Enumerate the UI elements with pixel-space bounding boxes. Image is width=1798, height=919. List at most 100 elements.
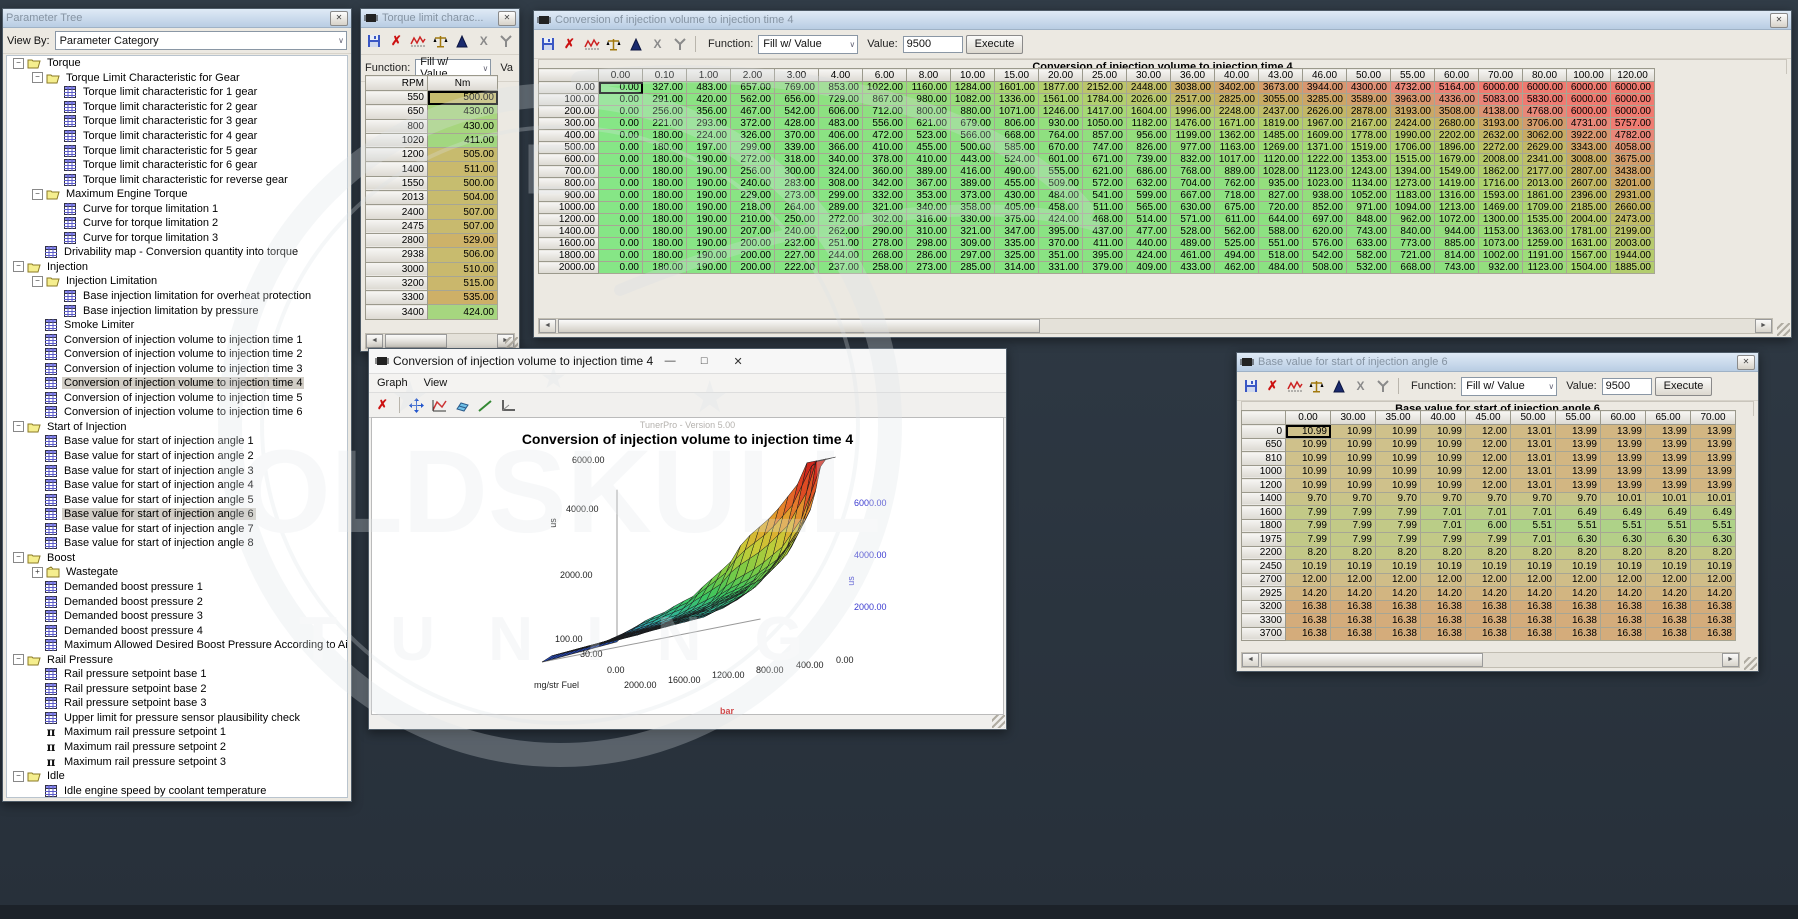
table-cell[interactable]: 2152.00 (1083, 82, 1127, 94)
table-cell[interactable]: 10.99 (1376, 438, 1421, 452)
table-cell[interactable]: 1050.00 (1083, 118, 1127, 130)
collapse-icon[interactable]: − (32, 276, 43, 287)
table-cell[interactable]: 1861.00 (1523, 190, 1567, 202)
scroll-left-icon[interactable]: ◄ (1242, 653, 1259, 667)
table-cell[interactable]: 12.00 (1646, 573, 1691, 587)
table-cell[interactable]: 10.99 (1376, 452, 1421, 466)
table-cell[interactable]: 2629.00 (1523, 142, 1567, 154)
conversion-titlebar[interactable]: Conversion of injection volume to inject… (534, 11, 1791, 30)
table-cell[interactable]: 16.38 (1646, 627, 1691, 641)
table-cell[interactable]: 272.00 (731, 154, 775, 166)
table-cell[interactable]: 4782.00 (1611, 130, 1655, 142)
table-cell[interactable]: 852.00 (1303, 202, 1347, 214)
table-cell[interactable]: 16.38 (1421, 600, 1466, 614)
table-cell[interactable]: 458.00 (1039, 202, 1083, 214)
table-cell[interactable]: 13.99 (1646, 452, 1691, 466)
tree-item[interactable]: Curve for torque limitation 2 (7, 216, 347, 231)
table-cell[interactable]: 1213.00 (1435, 202, 1479, 214)
table-cell[interactable]: 342.00 (863, 178, 907, 190)
table-cell[interactable]: 310.00 (907, 226, 951, 238)
table-cell[interactable]: 240.00 (775, 226, 819, 238)
table-cell[interactable]: 704.00 (1171, 178, 1215, 190)
table-cell[interactable]: 529.00 (428, 233, 498, 247)
curve-icon[interactable] (582, 35, 601, 53)
tree-item[interactable]: Conversion of injection volume to inject… (7, 361, 347, 376)
table-cell[interactable]: 2177.00 (1523, 166, 1567, 178)
table-cell[interactable]: 455.00 (995, 178, 1039, 190)
table-cell[interactable]: 6000.00 (1567, 82, 1611, 94)
table-cell[interactable]: 16.38 (1466, 614, 1511, 628)
table-cell[interactable]: 1052.00 (1347, 190, 1391, 202)
table-cell[interactable]: 935.00 (1259, 178, 1303, 190)
table-cell[interactable]: 190.00 (687, 202, 731, 214)
table-cell[interactable]: 6000.00 (1479, 82, 1523, 94)
table-cell[interactable]: 13.01 (1511, 425, 1556, 439)
table-cell[interactable]: 258.00 (863, 262, 907, 274)
table-cell[interactable]: 525.00 (1215, 238, 1259, 250)
table-cell[interactable]: 528.00 (1171, 226, 1215, 238)
table-cell[interactable]: 373.00 (951, 190, 995, 202)
value-input[interactable]: 9500 (1602, 378, 1652, 395)
table-cell[interactable]: 827.00 (1259, 190, 1303, 202)
table-cell[interactable]: 6.30 (1646, 533, 1691, 547)
table-cell[interactable]: 2878.00 (1347, 106, 1391, 118)
table-cell[interactable]: 289.00 (819, 202, 863, 214)
tree-item[interactable]: Drivability map - Conversion quantity in… (7, 245, 347, 260)
table-cell[interactable]: 180.00 (643, 166, 687, 178)
tree-item[interactable]: πMaximum rail pressure setpoint 2 (7, 740, 347, 755)
table-cell[interactable]: 13.99 (1691, 425, 1736, 439)
table-cell[interactable]: 293.00 (687, 118, 731, 130)
tree-item[interactable]: πMaximum rail pressure setpoint 3 (7, 754, 347, 769)
table-cell[interactable]: 1896.00 (1435, 142, 1479, 154)
tree-item[interactable]: Curve for torque limitation 3 (7, 231, 347, 246)
table-cell[interactable]: 229.00 (731, 190, 775, 202)
tree-item[interactable]: Idle engine speed by coolant temperature (7, 783, 347, 798)
table-cell[interactable]: 656.00 (775, 94, 819, 106)
scales-icon[interactable] (604, 35, 623, 53)
table-cell[interactable]: 562.00 (1215, 226, 1259, 238)
table-cell[interactable]: 7.01 (1421, 506, 1466, 520)
table-cell[interactable]: 2248.00 (1215, 106, 1259, 118)
table-cell[interactable]: 430.00 (428, 119, 498, 133)
table-cell[interactable]: 2004.00 (1567, 214, 1611, 226)
pan-icon[interactable] (407, 396, 426, 414)
swap-y-icon[interactable] (1373, 377, 1392, 395)
table-cell[interactable]: 1134.00 (1347, 178, 1391, 190)
table-cell[interactable]: 1476.00 (1171, 118, 1215, 130)
table-cell[interactable]: 16.38 (1331, 614, 1376, 628)
table-cell[interactable]: 1631.00 (1567, 238, 1611, 250)
function-select[interactable]: Fill w/ Value ∨ (1461, 377, 1557, 396)
table-cell[interactable]: 1519.00 (1347, 142, 1391, 154)
table-cell[interactable]: 273.00 (775, 190, 819, 202)
table-cell[interactable]: 7.99 (1286, 533, 1331, 547)
table-cell[interactable]: 1967.00 (1303, 118, 1347, 130)
table-cell[interactable]: 13.99 (1691, 452, 1736, 466)
tree-item[interactable]: Base value for start of injection angle … (7, 434, 347, 449)
table-cell[interactable]: 13.99 (1556, 425, 1601, 439)
table-cell[interactable]: 743.00 (1347, 226, 1391, 238)
table-cell[interactable]: 300.00 (775, 166, 819, 178)
table-cell[interactable]: 13.99 (1601, 465, 1646, 479)
table-cell[interactable]: 370.00 (1039, 238, 1083, 250)
table-cell[interactable]: 424.00 (428, 305, 498, 319)
table-cell[interactable]: 13.99 (1556, 438, 1601, 452)
table-cell[interactable]: 1222.00 (1303, 154, 1347, 166)
table-cell[interactable]: 462.00 (1215, 262, 1259, 274)
table-cell[interactable]: 16.38 (1376, 627, 1421, 641)
table-cell[interactable]: 1944.00 (1611, 250, 1655, 262)
table-cell[interactable]: 6.30 (1556, 533, 1601, 547)
table-cell[interactable]: 389.00 (907, 166, 951, 178)
table-cell[interactable]: 180.00 (643, 178, 687, 190)
table-cell[interactable]: 12.00 (1466, 438, 1511, 452)
resize-grip[interactable] (1744, 657, 1757, 670)
tree-item[interactable]: −Maximum Engine Torque (7, 187, 347, 202)
table-cell[interactable]: 9.70 (1376, 492, 1421, 506)
table-cell[interactable]: 4731.00 (1567, 118, 1611, 130)
table-cell[interactable]: 339.00 (775, 142, 819, 154)
table-cell[interactable]: 2825.00 (1215, 94, 1259, 106)
table-cell[interactable]: 506.00 (428, 248, 498, 262)
expand-icon[interactable]: + (32, 567, 43, 578)
table-cell[interactable]: 8.20 (1646, 546, 1691, 560)
table-cell[interactable]: 424.00 (1127, 250, 1171, 262)
table-cell[interactable]: 668.00 (995, 130, 1039, 142)
